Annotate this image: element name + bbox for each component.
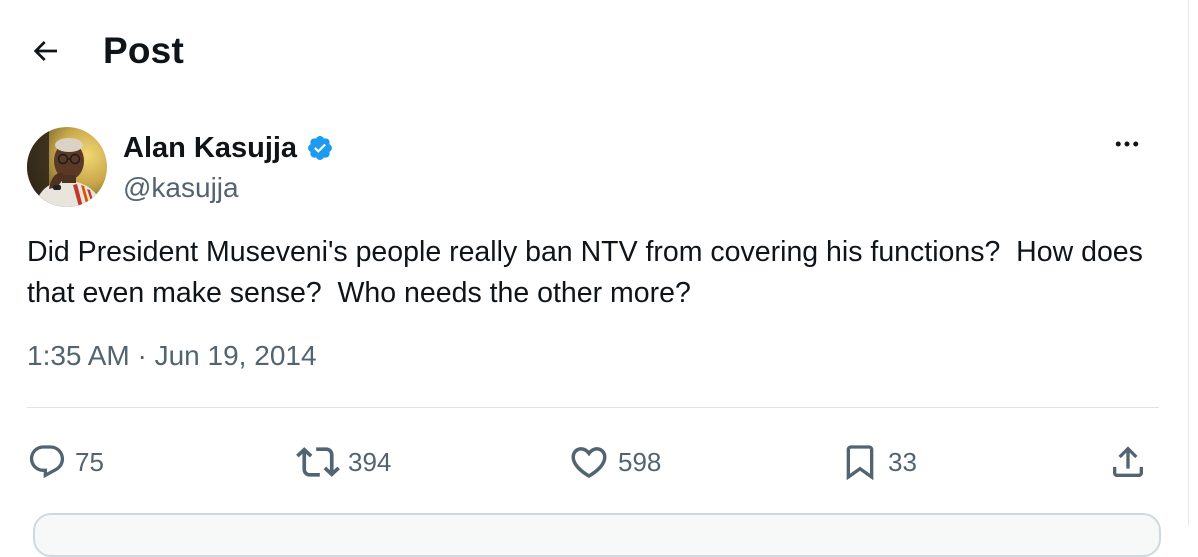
reply-count: 75	[75, 447, 104, 477]
repost-count: 394	[348, 447, 392, 477]
divider	[27, 407, 1159, 408]
avatar-image	[27, 127, 107, 207]
like-button[interactable]: 598	[568, 440, 661, 484]
verified-badge-icon	[306, 134, 334, 162]
bookmark-button[interactable]: 33	[840, 440, 917, 484]
like-icon	[571, 447, 607, 479]
repost-icon	[296, 447, 340, 477]
post-header: Post	[0, 0, 1188, 100]
author-handle[interactable]: @kasujja	[123, 171, 239, 205]
post-page: Post Alan Kasujja @kasujja Did President…	[0, 0, 1198, 557]
reply-composer[interactable]	[33, 513, 1161, 557]
share-icon	[1113, 446, 1143, 477]
avatar[interactable]	[27, 127, 107, 207]
author-name-row[interactable]: Alan Kasujja	[123, 130, 334, 166]
more-button[interactable]	[1104, 124, 1150, 164]
share-button[interactable]	[1108, 440, 1148, 484]
more-icon	[1115, 141, 1139, 147]
back-arrow-icon	[33, 41, 57, 61]
reply-button[interactable]: 75	[27, 440, 104, 484]
bookmark-count: 33	[888, 447, 917, 477]
author-name: Alan Kasujja	[123, 132, 298, 164]
column-border	[1188, 0, 1189, 526]
reply-icon	[29, 445, 65, 479]
back-button[interactable]	[18, 24, 72, 78]
tweet-timestamp[interactable]: 1:35 AM · Jun 19, 2014	[27, 338, 317, 374]
tweet-text: Did President Museveni's people really b…	[27, 236, 1151, 309]
page-title: Post	[103, 30, 184, 71]
repost-button[interactable]: 394	[296, 440, 391, 484]
bookmark-icon	[846, 445, 874, 481]
like-count: 598	[618, 447, 662, 477]
